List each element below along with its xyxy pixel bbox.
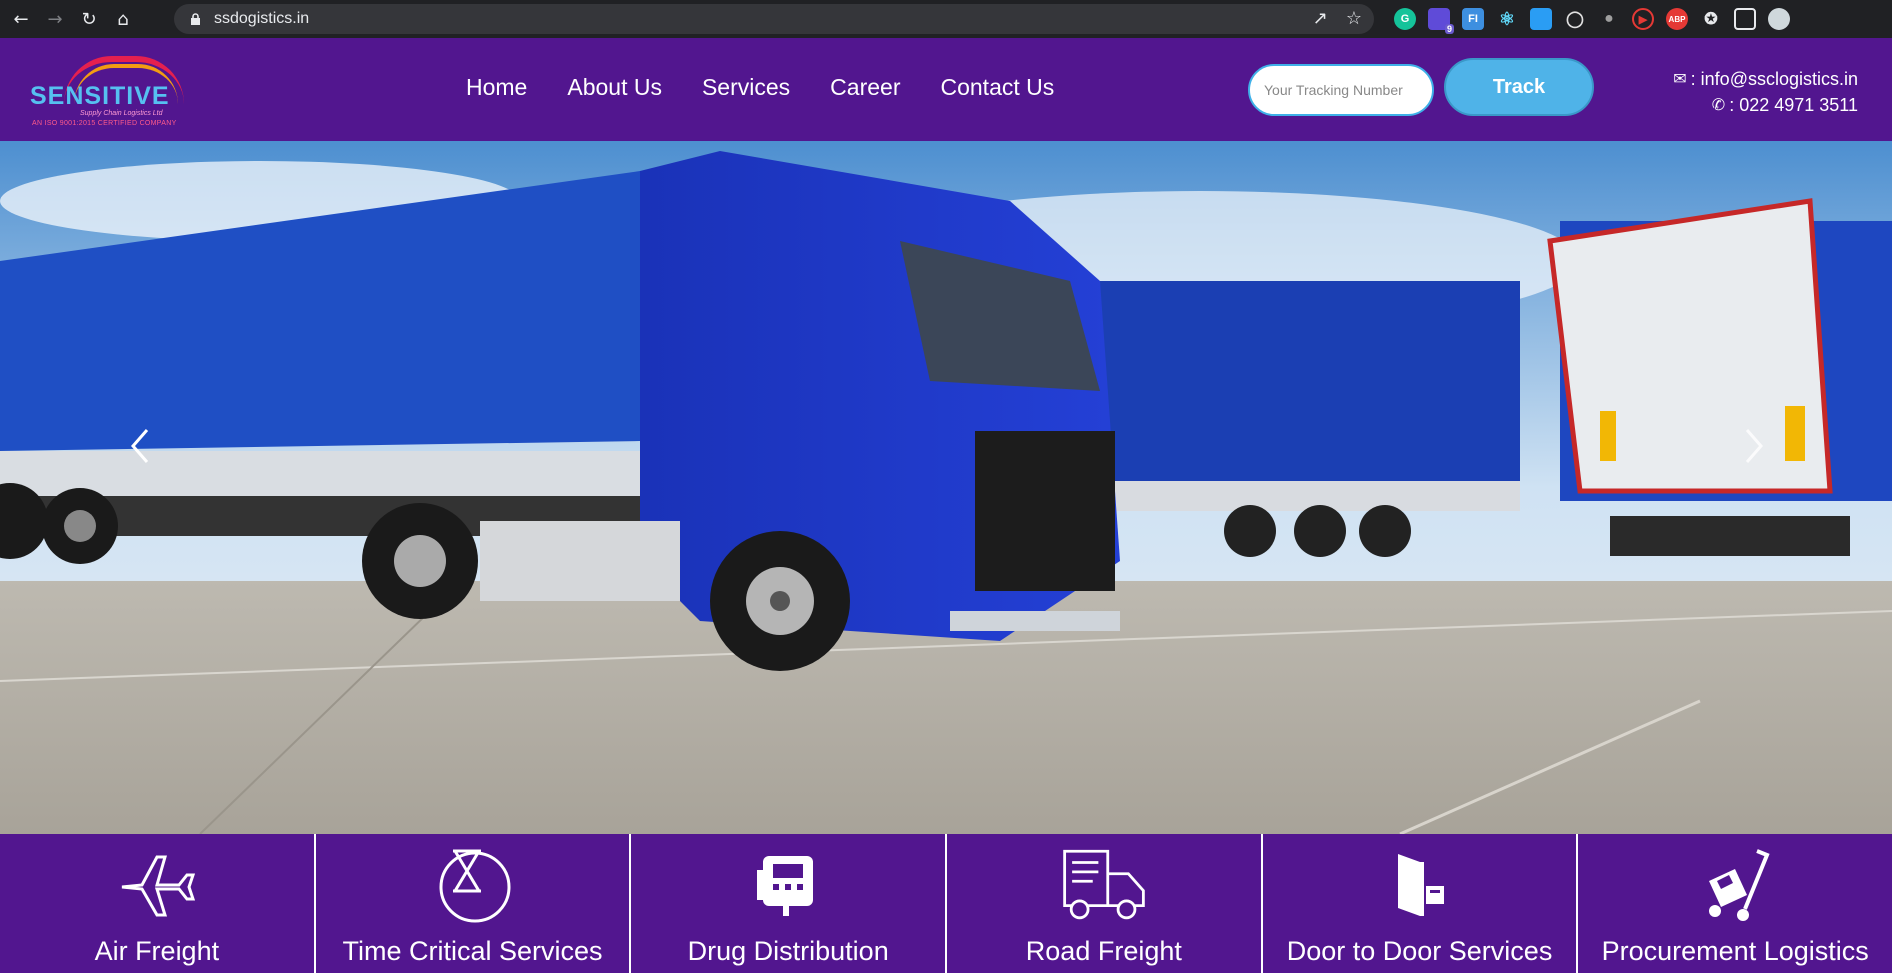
sidebar-toggle-icon[interactable] [1734,8,1756,30]
location-pin-icon[interactable]: ● [1598,8,1620,30]
logo-name: SENSITIVE [30,82,170,110]
url-text: ssdogistics.in [214,10,310,27]
phone-icon: ✆ [1711,95,1726,114]
envelope-icon: ✉ [1673,69,1687,88]
address-bar[interactable]: ssdogistics.in ↗ ☆ [174,4,1374,34]
service-door-to-door[interactable]: Door to Door Services [1263,834,1579,973]
reload-icon[interactable]: ↻ [76,6,102,32]
drug-device-icon [743,842,833,928]
bookmark-star-icon[interactable]: ☆ [1346,8,1362,29]
slider-next-arrow[interactable] [1734,416,1774,476]
share-icon[interactable]: ↗ [1313,8,1328,29]
service-label: Air Freight [94,936,220,966]
truck-icon [1059,842,1149,928]
lock-icon [188,12,202,26]
service-label: Road Freight [1025,936,1182,966]
slider-prev-arrow[interactable] [120,416,160,476]
hand-trolley-icon [1690,842,1780,928]
service-label: Procurement Logistics [1601,936,1869,966]
service-label: Door to Door Services [1286,936,1553,966]
nav-career[interactable]: Career [830,74,900,101]
company-logo[interactable]: SENSITIVE Supply Chain Logistics Ltd AN … [30,56,200,127]
airplane-icon [112,842,202,928]
nav-contact-us[interactable]: Contact Us [940,74,1054,101]
track-button[interactable]: Track [1444,58,1594,116]
site-header: SENSITIVE Supply Chain Logistics Ltd AN … [0,38,1892,141]
chevron-left-icon [131,429,149,463]
service-road-freight[interactable]: Road Freight [947,834,1263,973]
service-time-critical[interactable]: Time Critical Services [316,834,632,973]
nav-services[interactable]: Services [702,74,790,101]
record-icon[interactable]: ▶ [1632,8,1654,30]
services-strip: Air Freight Time Critical Services Drug … [0,834,1892,973]
service-label: Time Critical Services [342,936,603,966]
hourglass-head-icon [428,842,518,928]
service-label: Drug Distribution [687,936,889,966]
contact-email[interactable]: : info@ssclogistics.in [1691,66,1858,92]
extensions-bar: G 9 FI ⚛ ◯ ● ▶ ABP ✪ [1394,6,1790,34]
hero-slider [0,141,1892,834]
extension-badge-count: 9 [1444,24,1454,34]
tracking-number-input[interactable] [1248,64,1434,116]
nav-about-us[interactable]: About Us [567,74,662,101]
react-devtools-icon[interactable]: ⚛ [1496,8,1518,30]
profile-avatar[interactable] [1768,8,1790,30]
extension-badge-icon[interactable]: 9 [1428,8,1454,34]
door-icon [1375,842,1465,928]
service-air-freight[interactable]: Air Freight [0,834,316,973]
adblock-plus-icon[interactable]: ABP [1666,8,1688,30]
screenshot-extension-icon[interactable] [1530,8,1552,30]
browser-toolbar: ← → ↻ ⌂ ssdogistics.in ↗ ☆ G 9 FI ⚛ ◯ ● … [0,0,1892,38]
grammarly-icon[interactable]: G [1394,8,1416,30]
logo-certification: AN ISO 9001:2015 CERTIFIED COMPANY [32,120,177,127]
chevron-right-icon [1745,429,1763,463]
fi-extension-icon[interactable]: FI [1462,8,1484,30]
service-procurement[interactable]: Procurement Logistics [1578,834,1892,973]
service-drug-distribution[interactable]: Drug Distribution [631,834,948,973]
lightbulb-icon[interactable]: ◯ [1564,8,1586,30]
contact-info: ✉ : info@ssclogistics.in ✆ : 022 4971 35… [1673,66,1858,118]
hero-truck-image [0,141,1892,834]
puzzle-extensions-icon[interactable]: ✪ [1700,8,1722,30]
contact-phone[interactable]: : 022 4971 3511 [1729,92,1858,118]
forward-icon[interactable]: → [42,6,68,32]
back-icon[interactable]: ← [8,6,34,32]
logo-tagline: Supply Chain Logistics Ltd [80,110,163,117]
nav-home[interactable]: Home [466,74,527,101]
main-navigation: Home About Us Services Career Contact Us [466,74,1054,101]
home-icon[interactable]: ⌂ [110,6,136,32]
